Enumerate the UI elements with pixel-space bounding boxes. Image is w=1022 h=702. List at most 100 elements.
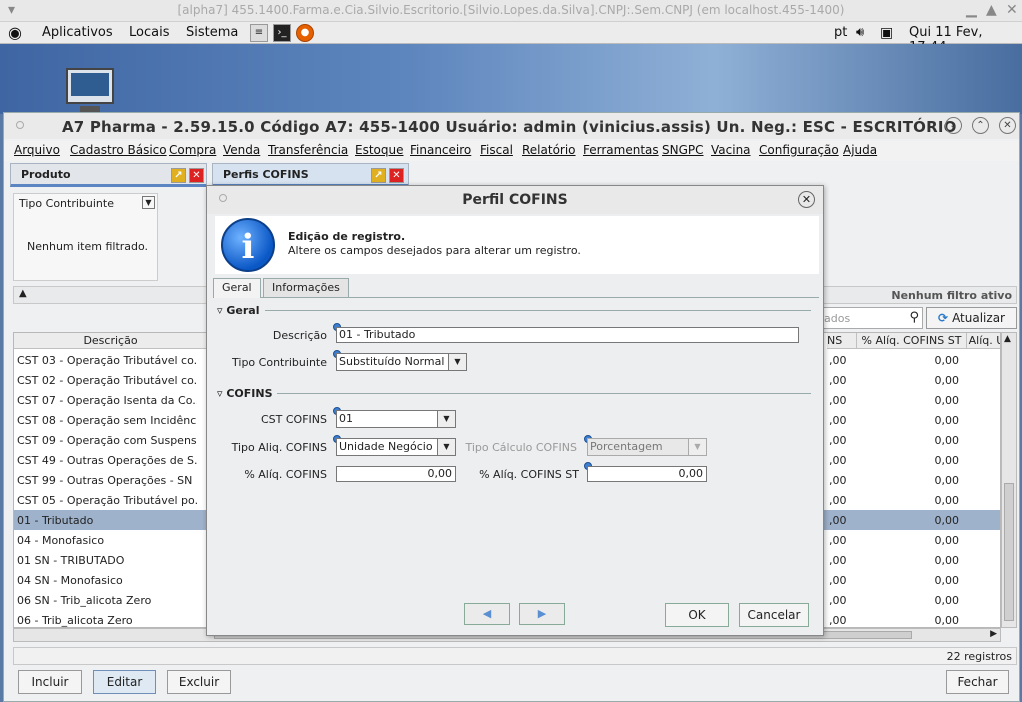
menu-financeiro[interactable]: Financeiro xyxy=(410,143,471,157)
excluir-button[interactable]: Excluir xyxy=(167,670,231,694)
table-cell: ,00 xyxy=(829,454,847,467)
table-cell: ,00 xyxy=(829,374,847,387)
chevron-down-icon[interactable]: ▼ xyxy=(437,439,455,455)
maximize-icon[interactable]: ▲ xyxy=(986,2,997,18)
places-menu[interactable]: Locais xyxy=(129,25,169,40)
menu-configuracao[interactable]: Configuração xyxy=(759,143,839,157)
search-icon[interactable]: ⚲ xyxy=(909,310,919,325)
cst-cofins-select[interactable]: 01 ▼ xyxy=(336,410,456,428)
tab-close-icon[interactable]: ✕ xyxy=(189,168,204,183)
column-header-ns[interactable]: NS xyxy=(827,333,857,349)
menu-vacina[interactable]: Vacina xyxy=(711,143,751,157)
info-heading: Edição de registro. xyxy=(288,230,406,243)
menu-relatorio[interactable]: Relatório xyxy=(522,143,576,157)
chevron-down-icon[interactable]: ▼ xyxy=(448,354,466,370)
distro-logo-icon[interactable]: ◉ xyxy=(8,23,22,42)
close-icon[interactable]: ✕ xyxy=(1006,2,1018,18)
firefox-launcher-icon[interactable]: ● xyxy=(296,24,314,42)
document-tabs: Produto ↗ ✕ Perfis COFINS ↗ ✕ xyxy=(4,163,1019,187)
app-title: A7 Pharma - 2.59.15.0 Código A7: 455-140… xyxy=(62,118,957,136)
notes-launcher-icon[interactable]: ≡ xyxy=(250,24,268,42)
table-cell: CST 09 - Operação com Suspens... xyxy=(17,434,197,447)
terminal-launcher-icon[interactable]: ›_ xyxy=(273,24,291,42)
aliq-cofins-input[interactable]: 0,00 xyxy=(336,466,456,482)
refresh-button[interactable]: ⟳ Atualizar xyxy=(926,307,1017,329)
system-menu[interactable]: Sistema xyxy=(186,25,238,40)
filter-icon[interactable]: ▼ xyxy=(142,196,155,209)
table-cell: 06 SN - Trib_alicota Zero xyxy=(17,594,152,607)
window-menu-icon[interactable]: ▾ xyxy=(8,2,15,18)
minimize-icon[interactable]: ▁ xyxy=(966,2,977,18)
ok-button[interactable]: OK xyxy=(665,603,729,627)
menu-sngpc[interactable]: SNGPC xyxy=(662,143,704,157)
column-header-aliq-cofins-st[interactable]: % Alíq. COFINS ST xyxy=(857,333,967,349)
tab-geral[interactable]: Geral xyxy=(213,278,261,298)
app-maximize-icon[interactable]: ⌃ xyxy=(972,117,989,134)
scroll-right-icon[interactable]: ▶ xyxy=(990,629,997,639)
menu-venda[interactable]: Venda xyxy=(223,143,260,157)
arrow-left-icon: ◀ xyxy=(482,607,492,620)
menu-estoque[interactable]: Estoque xyxy=(355,143,404,157)
tab-close-icon[interactable]: ✕ xyxy=(389,168,404,183)
app-window-dot-icon xyxy=(16,121,24,129)
descricao-input[interactable]: 01 - Tributado xyxy=(336,327,799,343)
table-cell: ,00 xyxy=(829,534,847,547)
menu-cadastro-basico[interactable]: Cadastro Básico xyxy=(70,143,167,157)
table-cell: CST 49 - Outras Operações de S... xyxy=(17,454,197,467)
aliq-cofins-st-input[interactable]: 0,00 xyxy=(587,466,707,482)
arrow-right-icon: ▶ xyxy=(537,607,547,620)
table-cell: CST 08 - Operação sem Incidênc... xyxy=(17,414,197,427)
menu-bar: Arquivo Cadastro Básico Compra Venda Tra… xyxy=(4,141,1019,161)
menu-ajuda[interactable]: Ajuda xyxy=(843,143,877,157)
table-cell: 0,00 xyxy=(934,354,960,367)
table-cell: ,00 xyxy=(829,614,847,627)
menu-ferramentas[interactable]: Ferramentas xyxy=(583,143,659,157)
table-cell: 0,00 xyxy=(934,574,960,587)
section-cofins-header: ▿ COFINS xyxy=(217,387,273,400)
incluir-button[interactable]: Incluir xyxy=(18,670,82,694)
network-icon[interactable]: ▣ xyxy=(880,25,893,41)
table-cell: CST 02 - Operação Tributável co... xyxy=(17,374,197,387)
label-aliq-cofins: % Alíq. COFINS xyxy=(244,468,327,481)
no-filter-label: Nenhum filtro ativo xyxy=(891,289,1012,302)
fechar-button[interactable]: Fechar xyxy=(946,670,1009,694)
computer-desktop-icon[interactable] xyxy=(66,68,114,104)
menu-fiscal[interactable]: Fiscal xyxy=(480,143,513,157)
volume-icon[interactable]: 🔊︎ xyxy=(856,25,864,40)
scroll-up-icon[interactable]: ▲ xyxy=(1004,334,1011,344)
tipo-calculo-cofins-select: Porcentagem ▼ xyxy=(587,438,707,456)
tab-detach-icon[interactable]: ↗ xyxy=(171,168,186,183)
menu-compra[interactable]: Compra xyxy=(169,143,216,157)
table-cell: 0,00 xyxy=(934,414,960,427)
app-close-icon[interactable]: ✕ xyxy=(999,117,1016,134)
chevron-down-icon[interactable]: ▼ xyxy=(437,411,455,427)
top-panel: ◉ Aplicativos Locais Sistema ≡ ›_ ● pt 🔊… xyxy=(0,22,1022,55)
tab-perfis-cofins[interactable]: Perfis COFINS ↗ ✕ xyxy=(212,163,409,187)
table-cell: 0,00 xyxy=(934,454,960,467)
editar-button[interactable]: Editar xyxy=(93,670,156,694)
previous-record-button[interactable]: ◀ xyxy=(464,603,510,625)
tab-informacoes[interactable]: Informações xyxy=(263,278,349,297)
column-header-descricao[interactable]: Descrição xyxy=(14,333,208,349)
table-cell: ,00 xyxy=(829,574,847,587)
perfil-cofins-dialog: Perfil COFINS ✕ i Edição de registro. Al… xyxy=(206,185,824,636)
next-record-button[interactable]: ▶ xyxy=(519,603,565,625)
menu-transferencia[interactable]: Transferência xyxy=(268,143,348,157)
tab-detach-icon[interactable]: ↗ xyxy=(371,168,386,183)
keyboard-layout[interactable]: pt xyxy=(834,25,847,40)
table-vertical-scrollbar[interactable]: ▲ xyxy=(1001,332,1017,628)
collapse-up-icon[interactable]: ▲ xyxy=(19,288,27,299)
tipo-contribuinte-select[interactable]: Substituído Normal ▼ xyxy=(336,353,467,371)
tipo-aliq-cofins-select[interactable]: Unidade Negócio ▼ xyxy=(336,438,456,456)
table-cell: 0,00 xyxy=(934,594,960,607)
search-input[interactable]: ados ⚲ xyxy=(819,307,923,329)
app-minimize-icon[interactable]: ⌄ xyxy=(945,117,962,134)
applications-menu[interactable]: Aplicativos xyxy=(42,25,113,40)
dialog-close-icon[interactable]: ✕ xyxy=(798,191,815,208)
table-cell: ,00 xyxy=(829,434,847,447)
column-header-aliq-u[interactable]: Alíq. U xyxy=(967,333,1000,349)
menu-arquivo[interactable]: Arquivo xyxy=(14,143,60,157)
cancel-button[interactable]: Cancelar xyxy=(739,603,809,627)
desktop-background xyxy=(0,44,1022,114)
tab-produto[interactable]: Produto ↗ ✕ xyxy=(10,163,207,187)
